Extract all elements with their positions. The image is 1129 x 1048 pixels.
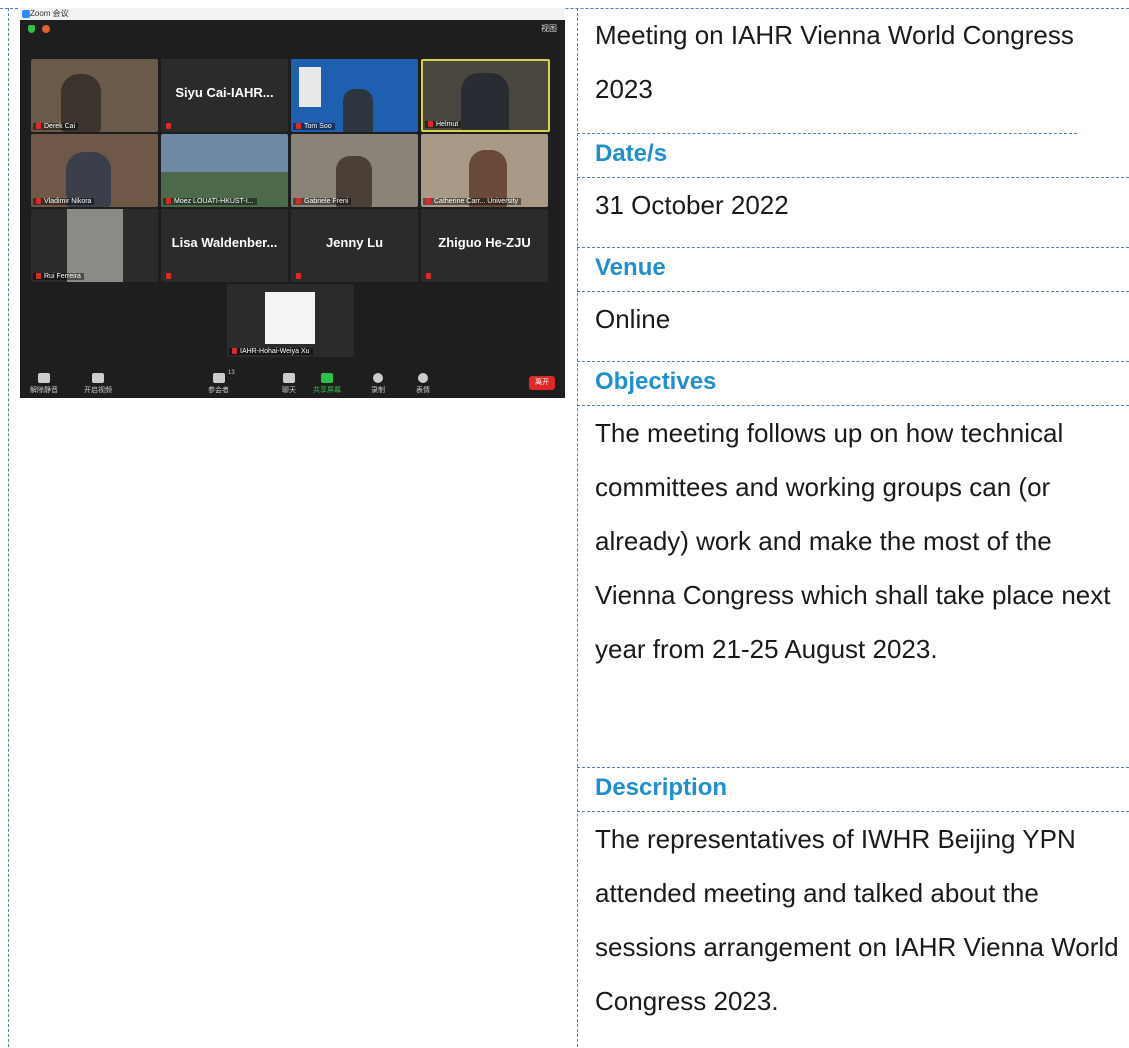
- participant-label: [293, 273, 307, 280]
- share-screen-icon: [321, 373, 333, 383]
- zoom-logo-icon: [22, 10, 30, 18]
- participant-label: Helmut: [425, 121, 462, 128]
- participant-label: Vladimir Nikora: [33, 198, 95, 205]
- date-heading: Date/s: [577, 134, 1129, 178]
- muted-mic-icon: [36, 198, 41, 205]
- muted-mic-icon: [36, 123, 41, 130]
- muted-mic-icon: [296, 198, 301, 205]
- participant-label: Derek Cai: [33, 123, 79, 130]
- participant-label: Tom Soo: [293, 123, 335, 130]
- security-icon: [28, 25, 35, 33]
- participant-name: Zhiguo He-ZJU: [438, 235, 531, 250]
- participant-label: Rui Ferreira: [33, 273, 84, 280]
- emoji-icon: [418, 373, 428, 383]
- video-tile: Tom Soo: [291, 59, 418, 132]
- video-tile: Catherine Carr... University: [421, 134, 548, 207]
- video-tile: Gabriele Freni: [291, 134, 418, 207]
- objectives-text: The meeting follows up on how technical …: [577, 406, 1129, 768]
- meeting-title: Meeting on IAHR Vienna World Congress 20…: [577, 8, 1077, 134]
- participant-name: Jenny Lu: [325, 235, 384, 250]
- date-value: 31 October 2022: [577, 178, 1129, 248]
- record-icon: [42, 25, 50, 33]
- video-tile: Zhiguo He-ZJU: [421, 209, 548, 282]
- muted-mic-icon: [428, 121, 433, 128]
- chat-button[interactable]: 聊天: [282, 373, 296, 395]
- video-tile: Rui Ferreira: [31, 209, 158, 282]
- participant-video: [461, 73, 509, 130]
- muted-mic-icon: [296, 123, 301, 130]
- video-tile: IAHR-Hohai-Weiya Xu: [227, 284, 354, 357]
- participant-label: [163, 123, 177, 130]
- muted-mic-icon: [166, 198, 171, 205]
- zoom-window-title: Zoom 会议: [30, 9, 69, 18]
- description-text: The representatives of IWHR Beijing YPN …: [595, 824, 1119, 1016]
- participant-name: Lisa Waldenber...: [171, 235, 278, 250]
- record-button[interactable]: 录制: [371, 373, 385, 395]
- objectives-heading: Objectives: [577, 362, 1129, 406]
- muted-mic-icon: [232, 348, 237, 355]
- participant-count: 13: [228, 370, 235, 376]
- unmute-button[interactable]: 解除静音: [30, 373, 58, 395]
- table-border-left: [8, 8, 9, 1047]
- participant-label: Gabriele Freni: [293, 198, 352, 205]
- participant-label: IAHR-Hohai-Weiya Xu: [229, 348, 313, 355]
- description-heading: Description: [577, 768, 1129, 812]
- participant-name: Siyu Cai-IAHR...: [175, 85, 274, 100]
- participant-label: [163, 273, 177, 280]
- view-button[interactable]: 视图: [541, 23, 557, 34]
- video-tile: Moez LOUATI-HKUST-I...: [161, 134, 288, 207]
- video-tile: Siyu Cai-IAHR...: [161, 59, 288, 132]
- chat-icon: [283, 373, 295, 383]
- start-video-button[interactable]: 开启视频: [84, 373, 112, 395]
- venue-heading: Venue: [577, 248, 1129, 292]
- video-tile: Derek Cai: [31, 59, 158, 132]
- video-tile-active-speaker: Helmut: [421, 59, 550, 132]
- participant-video: [299, 67, 321, 107]
- participants-icon: [212, 373, 225, 383]
- video-tile: Lisa Waldenber...: [161, 209, 288, 282]
- record-circle-icon: [373, 373, 383, 383]
- participants-button[interactable]: 参会者: [208, 373, 229, 395]
- meeting-screenshot: Zoom 会议 视图 Derek Cai Siyu Cai-IAHR... To…: [20, 8, 565, 398]
- microphone-icon: [38, 373, 50, 383]
- video-camera-icon: [92, 373, 104, 383]
- video-tile: Vladimir Nikora: [31, 134, 158, 207]
- participant-video: [343, 89, 373, 132]
- participant-label: [423, 273, 437, 280]
- zoom-top-bar: 视图: [20, 20, 565, 38]
- reactions-button[interactable]: 表情: [416, 373, 430, 395]
- participant-label: Moez LOUATI-HKUST-I...: [163, 198, 257, 205]
- leave-button[interactable]: 离开: [529, 376, 555, 390]
- participant-video: [67, 209, 123, 282]
- muted-mic-icon: [426, 198, 431, 205]
- muted-mic-icon: [36, 273, 41, 280]
- muted-mic-icon: [166, 273, 171, 280]
- video-tile: Jenny Lu: [291, 209, 418, 282]
- share-screen-button[interactable]: 共享屏幕: [313, 373, 341, 395]
- meeting-info-column: Meeting on IAHR Vienna World Congress 20…: [577, 8, 1129, 1048]
- participant-label: Catherine Carr... University: [423, 198, 522, 205]
- zoom-title-bar: Zoom 会议: [20, 8, 565, 20]
- muted-mic-icon: [296, 273, 301, 280]
- muted-mic-icon: [166, 123, 171, 130]
- shared-screen-preview: [265, 292, 315, 344]
- muted-mic-icon: [426, 273, 431, 280]
- venue-value: Online: [577, 292, 1129, 362]
